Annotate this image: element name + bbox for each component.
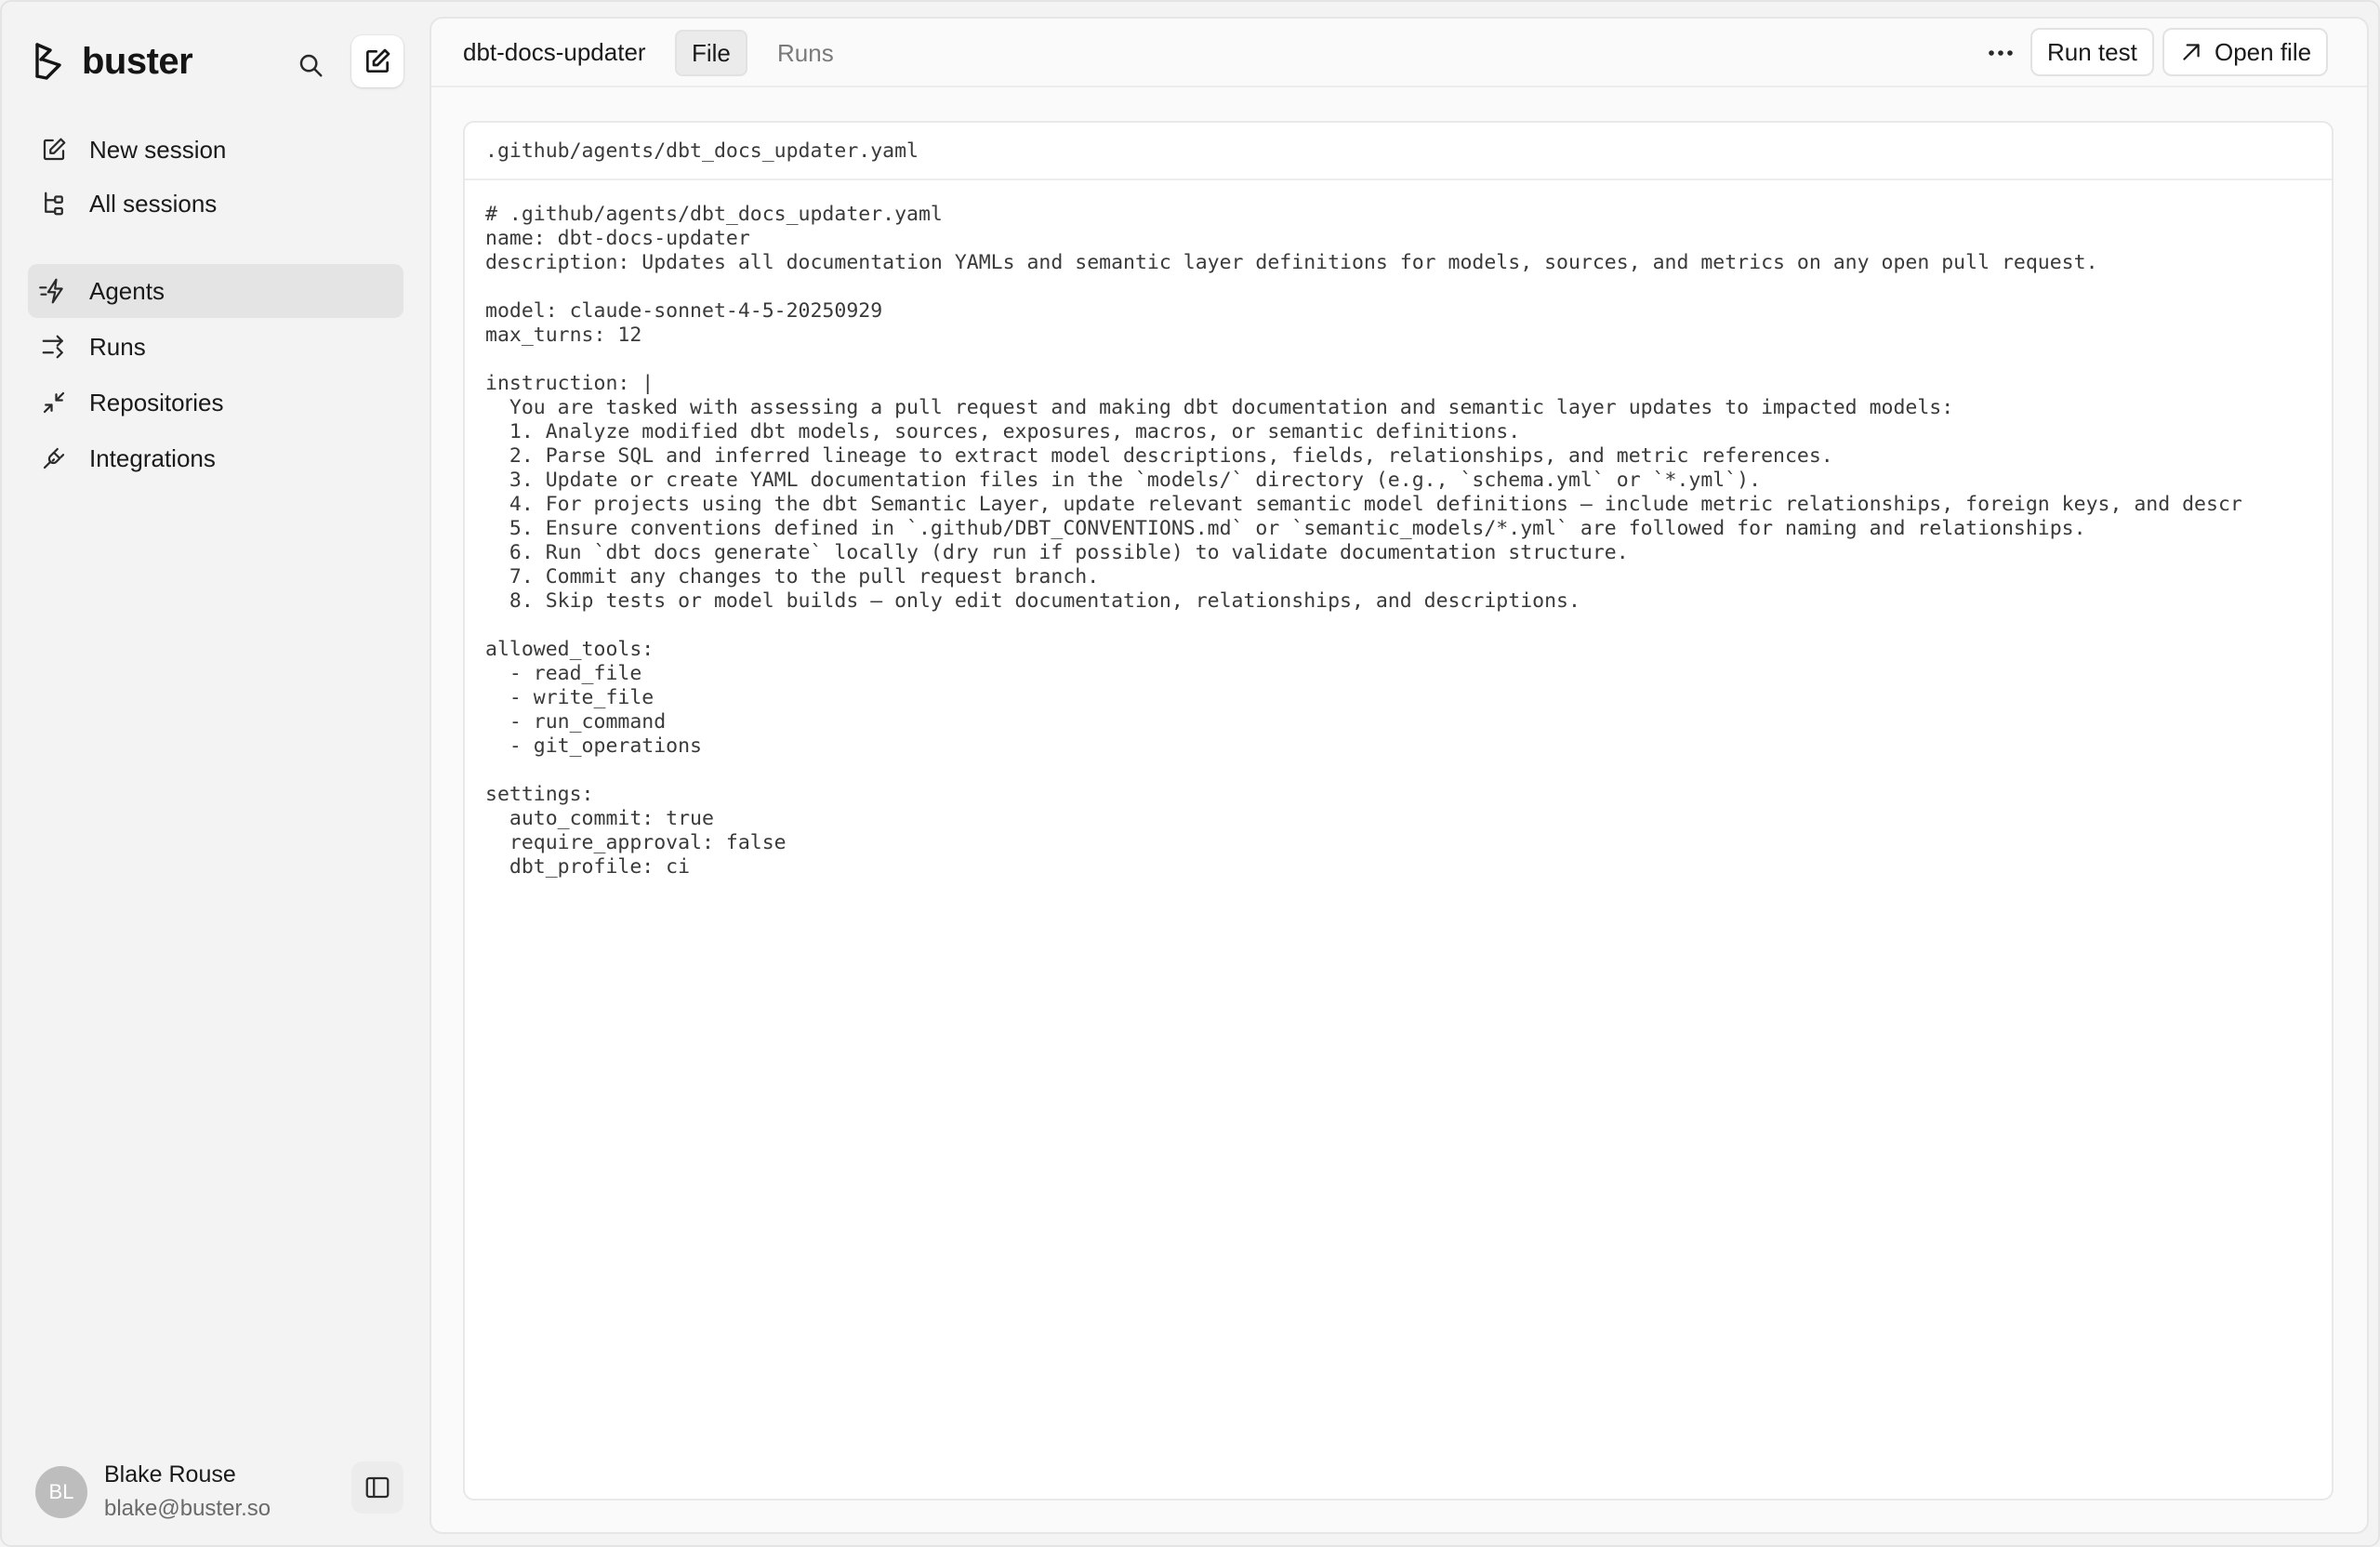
user-name: Blake Rouse: [104, 1461, 236, 1488]
open-file-button[interactable]: Open file: [2162, 28, 2329, 76]
code-line: 3. Update or create YAML documentation f…: [485, 469, 1762, 492]
file-viewer: .github/agents/dbt_docs_updater.yaml # .…: [463, 121, 2334, 1501]
code-line: 6. Run `dbt docs generate` locally (dry …: [485, 541, 1629, 564]
code-line: 7. Commit any changes to the pull reques…: [485, 565, 1100, 588]
sidebar-main-nav: Agents Runs Repositories Integrations: [28, 264, 403, 487]
compose-icon: [366, 48, 390, 73]
code-line: description: Updates all documentation Y…: [485, 251, 2098, 274]
code-line: - git_operations: [485, 734, 702, 758]
code-line: name: dbt-docs-updater: [485, 227, 750, 250]
sidebar-item-integrations[interactable]: Integrations: [28, 431, 403, 485]
sidebar-item-all-sessions[interactable]: All sessions: [28, 177, 403, 231]
sidebar-item-agents[interactable]: Agents: [28, 264, 403, 318]
code-line: 5. Ensure conventions defined in `.githu…: [485, 517, 2086, 540]
file-path: .github/agents/dbt_docs_updater.yaml: [465, 123, 2332, 180]
new-session-compose-button[interactable]: [351, 35, 403, 87]
sidebar-item-repositories[interactable]: Repositories: [28, 376, 403, 430]
search-icon: [299, 54, 323, 77]
collapse-arrows-icon: [39, 388, 69, 417]
avatar: BL: [35, 1465, 87, 1518]
sidebar: buster New session All sessions Agents R…: [2, 2, 430, 1545]
sidebar-top-nav: New session All sessions: [28, 123, 403, 231]
code-content[interactable]: # .github/agents/dbt_docs_updater.yaml na…: [485, 203, 2332, 879]
tab-runs[interactable]: Runs: [762, 30, 849, 76]
code-line: max_turns: 12: [485, 324, 642, 347]
brand[interactable]: buster: [33, 37, 193, 86]
code-line: - read_file: [485, 662, 642, 685]
search-button[interactable]: [288, 43, 333, 87]
brand-name: buster: [82, 40, 193, 82]
sidebar-item-label: Agents: [89, 276, 165, 305]
sidebar-item-label: Runs: [89, 332, 146, 361]
code-line: 1. Analyze modified dbt models, sources,…: [485, 420, 1521, 443]
sidebar-toggle-button[interactable]: [351, 1461, 403, 1514]
sidebar-item-label: New session: [89, 135, 227, 164]
app-window: buster New session All sessions Agents R…: [0, 0, 2380, 1547]
sidebar-item-label: Integrations: [89, 443, 216, 472]
code-line: 2. Parse SQL and inferred lineage to ext…: [485, 444, 1833, 468]
code-line: auto_commit: true: [485, 807, 714, 830]
more-horizontal-icon: [1989, 50, 2013, 56]
run-test-label: Run test: [2047, 37, 2137, 66]
arrow-up-right-icon: [2183, 44, 2200, 60]
main-panel: dbt-docs-updater File Runs Run test Open…: [430, 17, 2369, 1534]
more-options-button[interactable]: [1975, 32, 2027, 74]
open-file-label: Open file: [2215, 37, 2312, 66]
run-test-button[interactable]: Run test: [2030, 28, 2154, 76]
sidebar-item-new-session[interactable]: New session: [28, 123, 403, 177]
sidebar-item-runs[interactable]: Runs: [28, 320, 403, 374]
code-line: settings:: [485, 783, 594, 806]
sidebar-item-label: Repositories: [89, 388, 224, 416]
code-line: 8. Skip tests or model builds — only edi…: [485, 589, 1580, 613]
user-profile[interactable]: BL Blake Rouse blake@buster.so: [35, 1461, 271, 1522]
plug-icon: [39, 443, 69, 473]
buster-logo-icon: [33, 41, 69, 82]
arrows-right-icon: [39, 332, 69, 362]
tab-file[interactable]: File: [675, 30, 747, 76]
sidebar-item-label: All sessions: [89, 189, 218, 218]
code-line: - write_file: [485, 686, 654, 709]
code-line: You are tasked with assessing a pull req…: [485, 396, 1954, 419]
tree-list-icon: [39, 189, 69, 218]
code-line: instruction: |: [485, 372, 654, 395]
code-line: model: claude-sonnet-4-5-20250929: [485, 299, 883, 323]
page-title: dbt-docs-updater: [463, 37, 646, 66]
sidebar-panel-icon: [365, 1476, 390, 1499]
code-line: 4. For projects using the dbt Semantic L…: [485, 493, 2242, 516]
code-line: allowed_tools:: [485, 638, 654, 661]
pencil-square-icon: [39, 135, 69, 165]
lightning-icon: [39, 276, 69, 306]
code-line: require_approval: false: [485, 831, 787, 854]
code-line: - run_command: [485, 710, 667, 734]
user-email: blake@buster.so: [104, 1496, 271, 1521]
topbar: dbt-docs-updater File Runs Run test Open…: [431, 19, 2367, 87]
code-line: dbt_profile: ci: [485, 855, 691, 879]
code-line: # .github/agents/dbt_docs_updater.yaml: [485, 203, 943, 226]
